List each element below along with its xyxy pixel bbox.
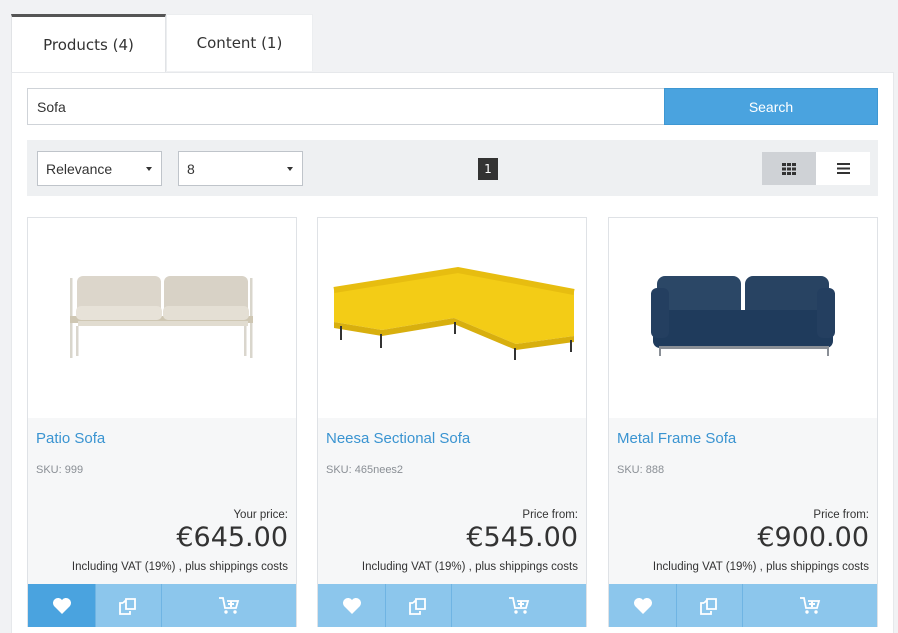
card-actions	[609, 584, 877, 627]
caret-down-icon	[146, 167, 152, 171]
wishlist-button[interactable]	[318, 584, 385, 627]
vat-note: Including VAT (19%) , plus shippings cos…	[72, 561, 288, 573]
price-label: Your price:	[233, 509, 288, 521]
product-info: Neesa Sectional Sofa SKU: 465nees2 Price…	[318, 418, 586, 584]
product-card: Metal Frame Sofa SKU: 888 Price from: €9…	[608, 217, 878, 627]
shipping-costs-link[interactable]: plus shippings costs	[185, 561, 288, 573]
vat-note: Including VAT (19%) , plus shippings cos…	[362, 561, 578, 573]
compare-button[interactable]	[385, 584, 452, 627]
card-actions	[318, 584, 586, 627]
product-sku: SKU: 888	[617, 464, 665, 476]
product-sku: SKU: 465nees2	[326, 464, 404, 476]
compare-icon	[118, 597, 136, 615]
wishlist-button[interactable]	[609, 584, 676, 627]
product-title[interactable]: Patio Sofa	[36, 430, 105, 447]
price-label: Price from:	[522, 509, 578, 521]
add-to-cart-icon	[800, 596, 821, 614]
product-card: Neesa Sectional Sofa SKU: 465nees2 Price…	[317, 217, 587, 627]
price-label: Price from:	[813, 509, 869, 521]
product-price: €545.00	[466, 522, 578, 553]
shipping-costs-link[interactable]: plus shippings costs	[766, 561, 869, 573]
heart-icon	[633, 597, 652, 614]
vat-text: Including VAT (19%) ,	[361, 561, 472, 573]
card-actions	[28, 584, 296, 627]
add-to-cart-icon	[219, 596, 240, 614]
product-price: €645.00	[176, 522, 288, 553]
tab-products[interactable]: Products (4)	[11, 14, 166, 73]
grid-view-button[interactable]	[762, 152, 816, 185]
pagination-page-1[interactable]: 1	[478, 158, 498, 180]
product-sku: SKU: 999	[36, 464, 84, 476]
product-card: Patio Sofa SKU: 999 Your price: €645.00 …	[27, 217, 297, 627]
tab-content[interactable]: Content (1)	[166, 14, 313, 71]
product-image-metal-frame-sofa[interactable]	[609, 218, 877, 418]
search-button[interactable]: Search	[664, 88, 878, 125]
compare-button[interactable]	[676, 584, 743, 627]
shipping-costs-link[interactable]: plus shippings costs	[475, 561, 578, 573]
add-to-cart-icon	[509, 596, 530, 614]
search-input[interactable]: Sofa	[27, 88, 665, 125]
product-image-neesa-sectional-sofa[interactable]	[318, 218, 586, 418]
sort-select-value: Relevance	[46, 160, 113, 177]
heart-icon	[52, 597, 71, 614]
result-tabs: Products (4) Content (1)	[11, 14, 313, 73]
add-to-cart-button[interactable]	[162, 584, 296, 627]
product-price: €900.00	[757, 522, 869, 553]
product-title[interactable]: Metal Frame Sofa	[617, 430, 736, 447]
add-to-cart-button[interactable]	[743, 584, 877, 627]
product-info: Metal Frame Sofa SKU: 888 Price from: €9…	[609, 418, 877, 584]
vat-note: Including VAT (19%) , plus shippings cos…	[653, 561, 869, 573]
caret-down-icon	[287, 167, 293, 171]
grid-view-icon	[782, 162, 796, 175]
product-info: Patio Sofa SKU: 999 Your price: €645.00 …	[28, 418, 296, 584]
sort-select[interactable]: Relevance	[37, 151, 162, 186]
per-page-select[interactable]: 8	[178, 151, 303, 186]
per-page-select-value: 8	[187, 160, 195, 177]
heart-icon	[342, 597, 361, 614]
list-view-icon	[836, 163, 850, 174]
listing-toolbar: Relevance 8 1	[27, 140, 878, 196]
list-view-button[interactable]	[816, 152, 870, 185]
vat-text: Including VAT (19%) ,	[71, 561, 182, 573]
compare-icon	[699, 597, 717, 615]
wishlist-button[interactable]	[28, 584, 95, 627]
vat-text: Including VAT (19%) ,	[652, 561, 763, 573]
compare-icon	[408, 597, 426, 615]
add-to-cart-button[interactable]	[452, 584, 586, 627]
compare-button[interactable]	[95, 584, 162, 627]
product-title[interactable]: Neesa Sectional Sofa	[326, 430, 470, 447]
product-image-patio-sofa[interactable]	[28, 218, 296, 418]
